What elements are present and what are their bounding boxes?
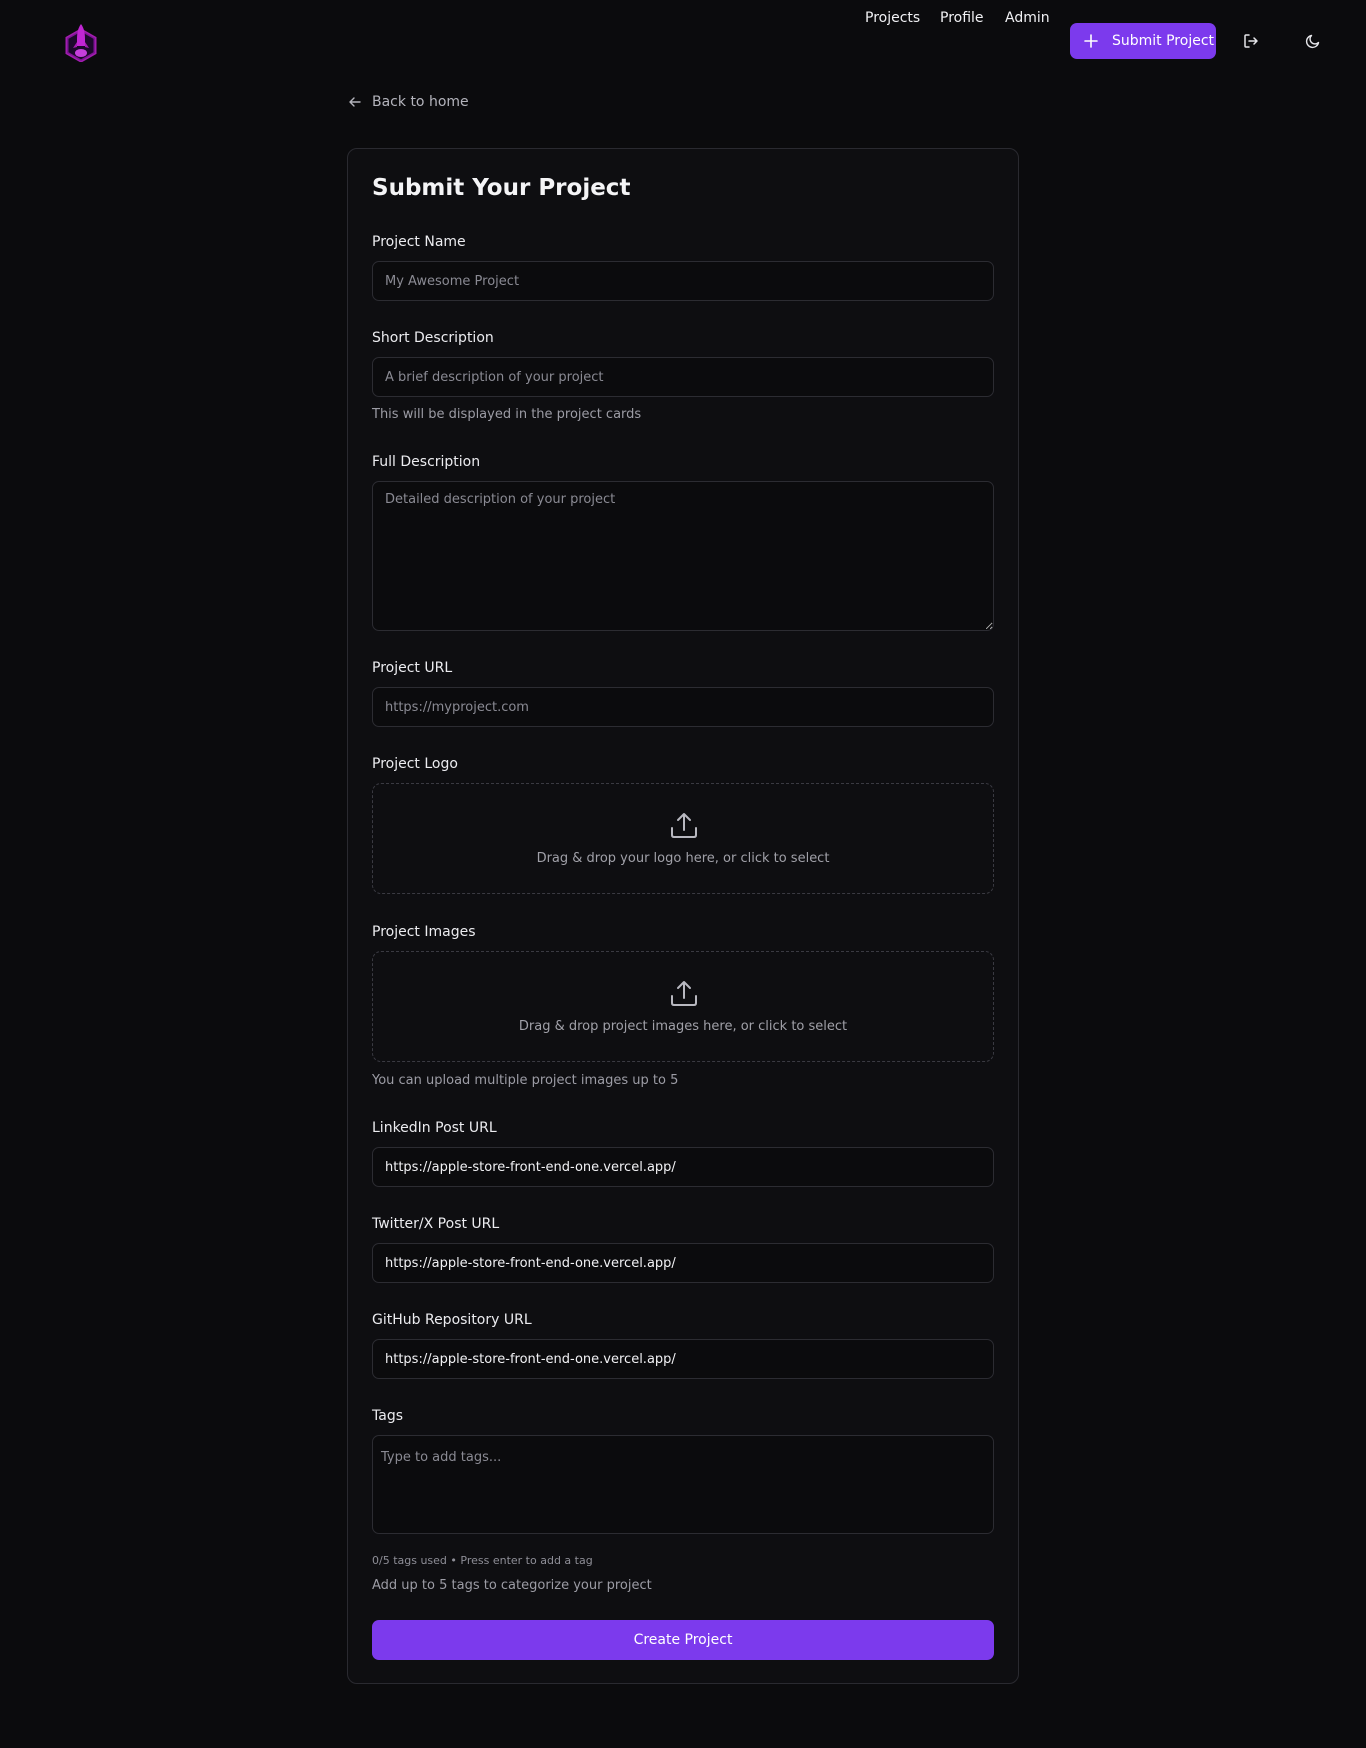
upload-icon <box>671 981 697 1006</box>
back-to-home-label: Back to home <box>372 94 469 110</box>
tags-input[interactable] <box>372 1435 994 1534</box>
project-logo-dropzone[interactable]: Drag & drop your logo here, or click to … <box>372 783 994 894</box>
project-url-label: Project URL <box>372 660 453 676</box>
plus-icon <box>1084 34 1098 48</box>
project-logo-dropzone-text: Drag & drop your logo here, or click to … <box>536 851 830 866</box>
twitter-url-input[interactable] <box>372 1243 994 1283</box>
submit-project-form: Submit Your Project Project Name Short D… <box>347 148 1019 1684</box>
tags-label: Tags <box>372 1408 403 1424</box>
arrow-left-icon <box>349 97 361 107</box>
top-navbar: Projects Profile Admin Submit Project <box>0 0 1366 82</box>
project-name-label: Project Name <box>372 234 466 250</box>
nav-link-admin[interactable]: Admin <box>1005 0 1050 36</box>
logout-icon[interactable] <box>1238 28 1264 54</box>
create-project-button[interactable]: Create Project <box>372 1620 994 1660</box>
submit-project-button[interactable]: Submit Project <box>1070 23 1216 59</box>
short-description-input[interactable] <box>372 357 994 397</box>
github-url-label: GitHub Repository URL <box>372 1312 532 1328</box>
tags-counter: 0/5 tags used • Press enter to add a tag <box>372 1554 593 1567</box>
short-description-help: This will be displayed in the project ca… <box>372 407 642 422</box>
project-name-input[interactable] <box>372 261 994 301</box>
moon-icon[interactable] <box>1300 28 1326 54</box>
tags-help: Add up to 5 tags to categorize your proj… <box>372 1578 652 1593</box>
nav-link-profile[interactable]: Profile <box>940 0 984 36</box>
full-description-textarea[interactable] <box>372 481 994 631</box>
github-url-input[interactable] <box>372 1339 994 1379</box>
upload-icon <box>671 813 697 838</box>
project-images-label: Project Images <box>372 924 476 940</box>
linkedin-url-label: LinkedIn Post URL <box>372 1120 497 1136</box>
full-description-label: Full Description <box>372 454 481 470</box>
submit-project-label: Submit Project <box>1112 33 1215 49</box>
linkedin-url-input[interactable] <box>372 1147 994 1187</box>
short-description-label: Short Description <box>372 330 494 346</box>
rocket-logo-icon[interactable] <box>64 22 98 63</box>
project-images-help: You can upload multiple project images u… <box>372 1073 679 1088</box>
project-images-dropzone-text: Drag & drop project images here, or clic… <box>518 1019 848 1034</box>
project-url-input[interactable] <box>372 687 994 727</box>
nav-link-projects[interactable]: Projects <box>865 0 920 36</box>
back-to-home-link[interactable]: Back to home <box>348 94 469 110</box>
project-logo-label: Project Logo <box>372 756 458 772</box>
twitter-url-label: Twitter/X Post URL <box>372 1216 500 1232</box>
project-images-dropzone[interactable]: Drag & drop project images here, or clic… <box>372 951 994 1062</box>
page-title: Submit Your Project <box>372 175 631 201</box>
